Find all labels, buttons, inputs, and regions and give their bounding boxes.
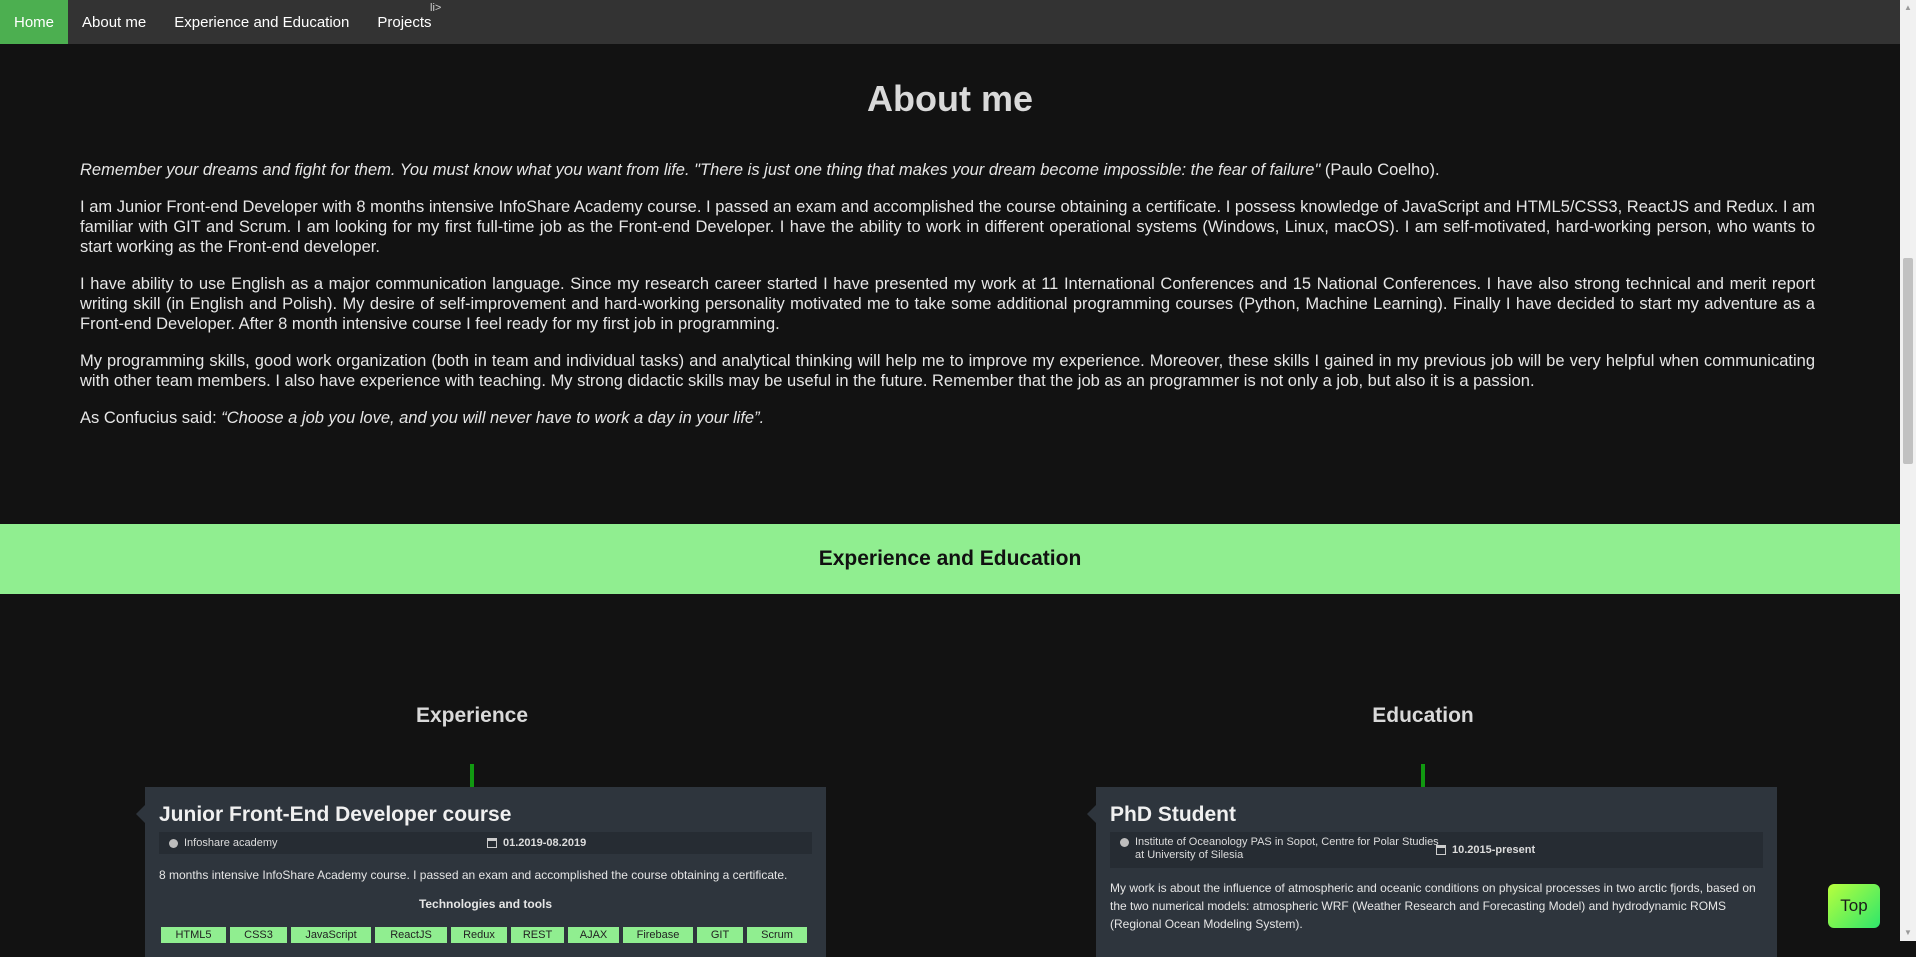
education-timeline-line	[1421, 764, 1425, 788]
back-to-top-button[interactable]: Top	[1828, 884, 1880, 928]
banner-title: Experience and Education	[818, 547, 1082, 570]
experience-place-label: Infoshare academy	[184, 837, 278, 849]
experience-card-description: 8 months intensive InfoShare Academy cou…	[159, 868, 788, 882]
about-quote-author: (Paulo Coelho).	[1320, 161, 1440, 179]
scrollbar-thumb[interactable]	[1903, 258, 1913, 464]
nav-experience-education[interactable]: Experience and Education	[160, 0, 363, 44]
top-navbar: Home About me Experience and Education P…	[0, 0, 1900, 44]
education-place-line2: at University of Silesia	[1135, 849, 1244, 861]
scroll-up-arrow-icon[interactable]: ▲	[1903, 3, 1913, 13]
about-title: About me	[867, 78, 1033, 119]
experience-timeline-line	[470, 764, 474, 788]
calendar-icon	[487, 838, 497, 849]
scroll-down-arrow-icon[interactable]: ▼	[1903, 928, 1913, 938]
education-place-line1: Institute of Oceanology PAS in Sopot, Ce…	[1135, 836, 1439, 848]
experience-education-banner: Experience and Education	[0, 524, 1900, 594]
experience-card-title: Junior Front-End Developer course	[159, 803, 512, 826]
education-place: Institute of Oceanology PAS in Sopot, Ce…	[1120, 836, 1439, 862]
education-heading: Education	[1372, 704, 1474, 727]
nav-about-me[interactable]: About me	[68, 0, 160, 44]
education-date-label: 10.2015-present	[1452, 844, 1536, 856]
experience-card: Junior Front-End Developer course Infosh…	[136, 787, 826, 957]
page-scrollbar[interactable]: ▲ ▼	[1900, 0, 1916, 941]
calendar-icon	[1436, 845, 1446, 856]
education-card: PhD Student Institute of Oceanology PAS …	[1087, 787, 1777, 957]
stray-markup-text: li>	[430, 2, 442, 14]
about-confucius-paragraph: As Confucius said: “Choose a job you lov…	[80, 408, 1815, 428]
nav-home[interactable]: Home	[0, 0, 69, 44]
education-card-description: My work is about the influence of atmosp…	[1110, 881, 1756, 931]
about-quote-paragraph: Remember your dreams and fight for them.…	[80, 160, 1815, 180]
bullet-icon	[169, 838, 178, 848]
education-card-title: PhD Student	[1110, 803, 1236, 826]
about-text: Remember your dreams and fight for them.…	[80, 160, 1815, 445]
confucius-quote: “Choose a job you love, and you will nev…	[221, 409, 765, 427]
bullet-icon	[1120, 837, 1129, 847]
education-card-meta: Institute of Oceanology PAS in Sopot, Ce…	[1110, 832, 1763, 868]
experience-place: Infoshare academy	[169, 837, 278, 849]
experience-date: 01.2019-08.2019	[487, 837, 586, 849]
experience-heading: Experience	[415, 704, 529, 727]
confucius-prefix: As Confucius said:	[80, 409, 222, 427]
education-date: 10.2015-present	[1436, 844, 1535, 856]
about-paragraph-2: I have ability to use English as a major…	[80, 275, 1815, 333]
experience-card-meta: Infoshare academy 01.2019-08.2019	[159, 832, 812, 854]
about-paragraph-3: My programming skills, good work organiz…	[80, 352, 1815, 390]
about-paragraph-1: I am Junior Front-end Developer with 8 m…	[80, 198, 1815, 256]
technologies-title: Technologies and tools	[418, 897, 553, 911]
experience-date-label: 01.2019-08.2019	[503, 837, 587, 849]
about-quote: Remember your dreams and fight for them.…	[80, 161, 1321, 179]
